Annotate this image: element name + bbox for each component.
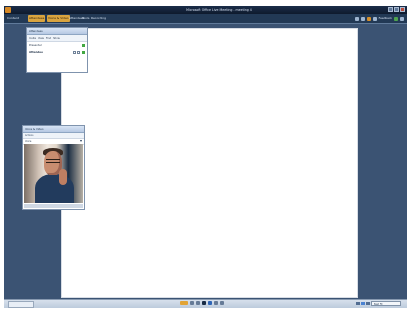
settings-icon[interactable] <box>400 16 404 21</box>
person-body <box>35 174 74 203</box>
previous-slide-icon[interactable] <box>196 301 200 305</box>
online-status-icon <box>82 44 85 47</box>
hand-icon <box>59 169 67 185</box>
menu-content[interactable]: Content <box>6 14 20 23</box>
view-button[interactable]: View <box>38 37 44 40</box>
bottom-control-bar: Best Fit <box>4 299 407 308</box>
voice-video-title: Voice & Video <box>23 126 84 133</box>
online-status-icon <box>82 51 85 54</box>
status-field <box>8 301 34 308</box>
glasses-icon <box>46 159 60 163</box>
audio-icon <box>361 302 365 305</box>
pen-icon[interactable] <box>354 16 359 21</box>
close-icon[interactable] <box>400 7 405 12</box>
show-button[interactable]: Show <box>53 37 60 40</box>
minimize-icon[interactable] <box>388 7 393 12</box>
first-slide-icon[interactable] <box>190 301 194 305</box>
last-slide-icon[interactable] <box>220 301 224 305</box>
zoom-select[interactable]: Best Fit <box>371 301 401 306</box>
presentation-controls <box>180 301 224 305</box>
network-icon <box>356 302 360 305</box>
speaker-select-value: Voice <box>25 140 32 143</box>
speaker-icon <box>77 51 80 54</box>
video-footer <box>24 204 83 208</box>
voice-video-panel: Voice & Video Actions Voice <box>22 125 85 210</box>
window-controls <box>388 7 405 12</box>
chevron-down-icon[interactable] <box>80 140 82 142</box>
pointer-icon[interactable] <box>360 16 365 21</box>
window-title: Microsoft Office Live Meeting - meeting … <box>186 8 252 12</box>
attendee-row[interactable]: Attendee <box>27 49 87 56</box>
online-status-icon <box>394 16 398 21</box>
menu-recording[interactable]: Recording <box>90 14 107 23</box>
shared-whiteboard[interactable] <box>61 28 358 298</box>
camera-icon <box>73 51 76 54</box>
menu-tools[interactable]: Tools <box>81 14 90 23</box>
presenter-icon[interactable] <box>180 301 188 305</box>
attendee-name: Presenter <box>29 43 42 47</box>
attendees-panel-title: Attendees <box>27 28 87 35</box>
find-button[interactable]: Find <box>46 37 51 40</box>
pointer-tool-icon[interactable] <box>202 301 206 305</box>
hand-icon[interactable] <box>366 16 371 21</box>
next-slide-icon[interactable] <box>214 301 218 305</box>
attendee-row[interactable]: Presenter <box>27 42 87 49</box>
attendees-toolbar: Invite View Find Show <box>27 35 87 42</box>
feedback-label[interactable]: Feedback <box>379 15 392 22</box>
app-icon <box>5 7 11 13</box>
live-meeting-window: Microsoft Office Live Meeting - meeting … <box>4 6 407 308</box>
webcam-video[interactable] <box>24 144 83 203</box>
status-icons <box>356 302 370 305</box>
highlight-icon[interactable] <box>372 16 377 21</box>
window-titlebar: Microsoft Office Live Meeting - meeting … <box>4 6 407 14</box>
top-menu-bar: Content Attendees Voice & Video Attendee… <box>4 14 407 24</box>
attendees-panel: Attendees Invite View Find Show Presente… <box>26 27 88 73</box>
top-tools: Feedback <box>354 15 404 22</box>
selected-tool-icon[interactable] <box>208 301 212 305</box>
menu-attendees[interactable]: Attendees <box>28 15 46 22</box>
invite-button[interactable]: Invite <box>29 37 36 40</box>
record-icon <box>366 302 370 305</box>
attendee-name: Attendee <box>29 50 43 54</box>
menu-voice-video[interactable]: Voice & Video <box>47 15 70 22</box>
maximize-icon[interactable] <box>394 7 399 12</box>
